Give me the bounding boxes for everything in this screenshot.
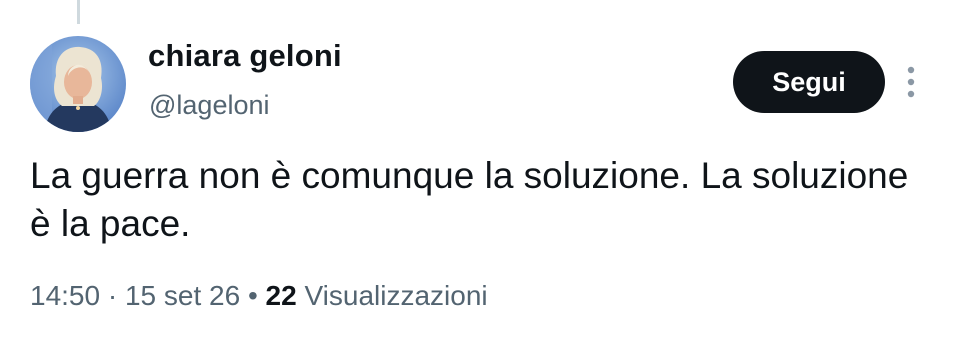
follow-button[interactable]: Segui [733,51,885,113]
avatar[interactable] [30,36,126,132]
more-vertical-icon[interactable] [903,64,919,100]
meta-separator: · [107,280,118,311]
tweet-time[interactable]: 14:50 [30,280,100,311]
tweet-metadata: 14:50 · 15 set 26 • 22 Visualizzazioni [30,280,488,312]
meta-dot: • [247,280,258,311]
tweet-date[interactable]: 15 set 26 [125,280,240,311]
thread-connector-line [77,0,80,24]
views-count: 22 [265,280,297,311]
author-handle[interactable]: @lageloni [149,90,270,121]
author-display-name[interactable]: chiara geloni [148,38,342,74]
tweet-text: La guerra non è comunque la soluzione. L… [30,155,909,244]
views-label: Visualizzazioni [304,280,488,311]
